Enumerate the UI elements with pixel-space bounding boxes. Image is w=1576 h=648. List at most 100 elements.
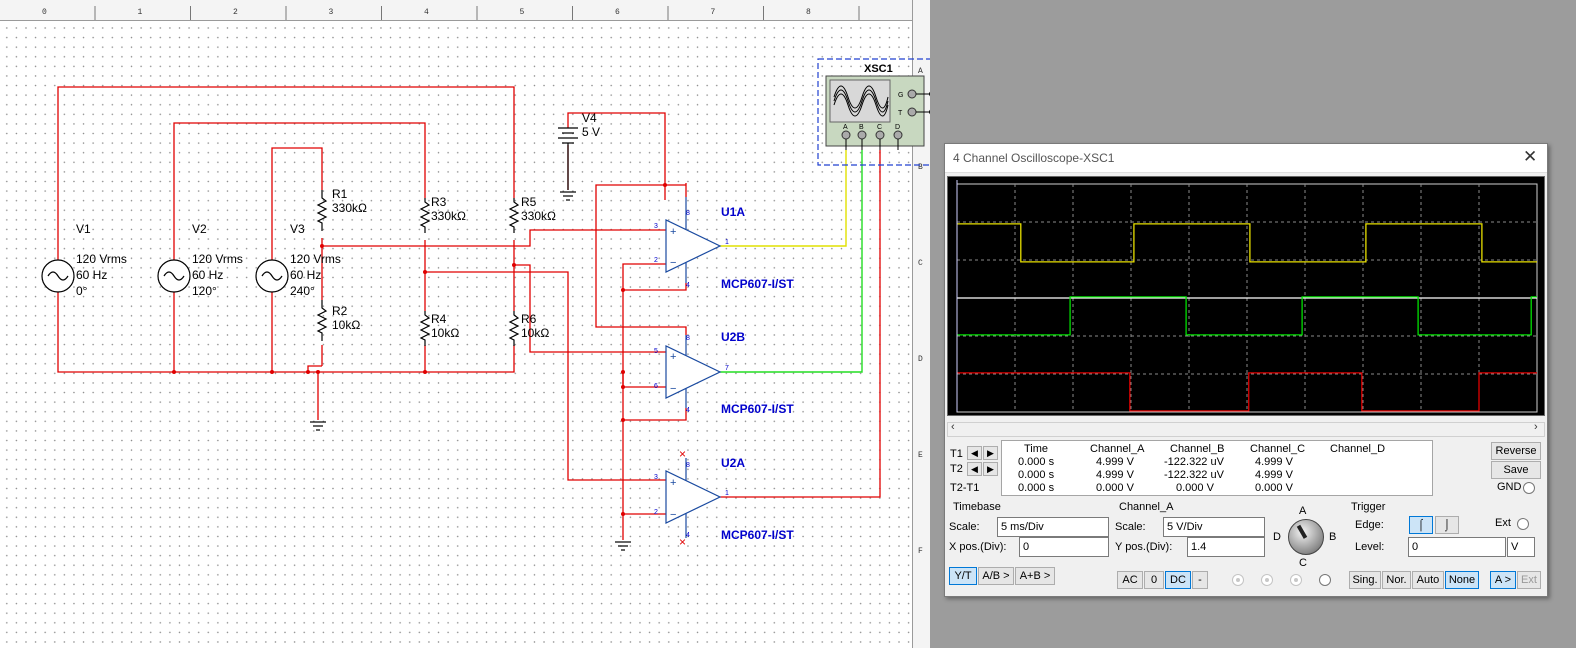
ypos-label: Y pos.(Div): (1115, 541, 1173, 553)
oscilloscope-screen[interactable] (947, 176, 1545, 416)
u1a-pin-8: 8 (686, 210, 690, 217)
reverse-button[interactable]: Reverse (1491, 442, 1541, 460)
timebase-title: Timebase (953, 501, 1001, 513)
mode-a-plus-b-button[interactable]: A+B > (1015, 567, 1055, 585)
v3-voltage: 120 Vrms (290, 252, 341, 266)
ruler-number: 3 (329, 8, 334, 17)
xsc1-name: XSC1 (864, 63, 893, 75)
u2a-pin-4: 4 (686, 532, 690, 539)
trigger-none-button[interactable]: None (1445, 571, 1479, 589)
source-labels: V1 120 Vrms 60 Hz 0° V2 120 Vrms 60 Hz 1… (76, 222, 341, 298)
readout-table: Time Channel_A Channel_B Channel_C Chann… (1001, 440, 1433, 496)
channel-radio-d[interactable] (1319, 574, 1331, 586)
v2-phase: 120° (192, 284, 217, 298)
u1a-name: U1A (721, 205, 745, 219)
trigger-source-ext-button[interactable]: Ext (1517, 571, 1541, 589)
coupling-minus-button[interactable]: - (1192, 571, 1208, 589)
timebase-scale-field[interactable]: 5 ms/Div (997, 517, 1109, 537)
coupling-ac-button[interactable]: AC (1117, 571, 1143, 589)
ext-label: Ext (1495, 517, 1511, 529)
mode-yt-button[interactable]: Y/T (949, 567, 977, 585)
oscilloscope-window[interactable]: 4 Channel Oscilloscope-XSC1 ✕ ‹ › T1 T2 … (944, 143, 1548, 597)
t1-channel-a: 4.999 V (1096, 456, 1134, 468)
falling-edge-icon[interactable]: ⌡ (1435, 516, 1459, 534)
schematic-workspace[interactable]: 012345678ABCDEF + − + − + − × × V1 120 V… (0, 0, 930, 648)
ruler-letter: F (918, 547, 923, 556)
xsc1-pin-g: G (898, 92, 903, 99)
r4-value: 10kΩ (431, 326, 459, 340)
xsc1-pin-t: T (898, 110, 903, 117)
oscilloscope-titlebar[interactable]: 4 Channel Oscilloscope-XSC1 ✕ (945, 144, 1547, 173)
svg-text:+: + (670, 351, 676, 363)
xpos-label: X pos.(Div): (949, 541, 1007, 553)
header-channel-c: Channel_C (1250, 443, 1306, 455)
r3-value: 330kΩ (431, 209, 466, 223)
ruler-letter: E (918, 451, 923, 460)
header-channel-d: Channel_D (1330, 443, 1386, 455)
opamp-u2b: +− (665, 335, 722, 408)
t2-right-arrow-icon[interactable]: ▶ (983, 462, 998, 476)
u1a-pin-4: 4 (686, 282, 690, 289)
channel-radio-b[interactable] (1261, 574, 1273, 586)
time-scrollbar[interactable]: ‹ › (947, 421, 1545, 437)
v1-name: V1 (76, 222, 91, 236)
u1a-pin-3: 3 (654, 223, 658, 230)
diff-channel-c: 0.000 V (1255, 482, 1293, 494)
source-v3 (255, 259, 289, 293)
svg-text:×: × (679, 535, 686, 549)
channel-radio-a[interactable] (1232, 574, 1244, 586)
r1-name: R1 (332, 187, 348, 201)
ext-radio[interactable] (1517, 518, 1529, 530)
v1-voltage: 120 Vrms (76, 252, 127, 266)
level-field[interactable]: 0 (1408, 537, 1506, 557)
coupling-dc-button[interactable]: DC (1165, 571, 1191, 589)
u2a-pin-3: 3 (654, 474, 658, 481)
trigger-auto-button[interactable]: Auto (1412, 571, 1444, 589)
scroll-left-icon[interactable]: ‹ (951, 421, 955, 433)
v2-freq: 60 Hz (192, 268, 223, 282)
r3-name: R3 (431, 195, 447, 209)
t2-left-arrow-icon[interactable]: ◀ (967, 462, 982, 476)
ruler-letter: A (918, 67, 923, 76)
close-icon[interactable]: ✕ (1523, 147, 1537, 167)
timebase-group: Timebase Scale: 5 ms/Div X pos.(Div): 0 … (945, 501, 1115, 593)
xsc1-pin-a: A (843, 124, 848, 131)
save-button[interactable]: Save (1491, 461, 1541, 479)
mode-ab-button[interactable]: A/B > (978, 567, 1014, 585)
level-unit[interactable]: V (1507, 537, 1535, 557)
trigger-normal-button[interactable]: Nor. (1382, 571, 1411, 589)
channel-title: Channel_A (1119, 501, 1174, 513)
r4-name: R4 (431, 312, 447, 326)
u2b-part: MCP607-I/ST (721, 402, 794, 416)
ruler-number: 6 (615, 8, 620, 17)
rising-edge-icon[interactable]: ⌠ (1409, 516, 1433, 534)
trigger-single-button[interactable]: Sing. (1349, 571, 1381, 589)
header-channel-b: Channel_B (1170, 443, 1225, 455)
diff-channel-b: 0.000 V (1176, 482, 1214, 494)
t1-right-arrow-icon[interactable]: ▶ (983, 446, 998, 460)
scroll-right-icon[interactable]: › (1534, 421, 1538, 433)
t1-left-arrow-icon[interactable]: ◀ (967, 446, 982, 460)
v3-freq: 60 Hz (290, 268, 321, 282)
trigger-title: Trigger (1351, 501, 1386, 513)
ypos-field[interactable]: 1.4 (1187, 537, 1265, 557)
channel-scale-label: Scale: (1115, 521, 1146, 533)
ruler-number: 4 (424, 8, 429, 17)
v2-voltage: 120 Vrms (192, 252, 243, 266)
svg-text:−: − (670, 509, 676, 521)
ruler-letter: C (918, 259, 923, 268)
u2b-pin-4: 4 (686, 407, 690, 414)
coupling-zero-button[interactable]: 0 (1144, 571, 1164, 589)
v2-name: V2 (192, 222, 207, 236)
level-label: Level: (1355, 541, 1385, 553)
gnd-terminal[interactable] (1523, 482, 1535, 494)
svg-text:×: × (679, 447, 686, 461)
u2b-pin-5: 5 (654, 348, 658, 355)
ruler-number: 2 (233, 8, 238, 17)
channel-radio-c[interactable] (1290, 574, 1302, 586)
xpos-field[interactable]: 0 (1019, 537, 1109, 557)
channel-selector-knob[interactable] (1288, 519, 1324, 555)
trigger-source-a-button[interactable]: A > (1490, 571, 1516, 589)
channel-scale-field[interactable]: 5 V/Div (1163, 517, 1265, 537)
ruler-letter: D (918, 355, 923, 364)
